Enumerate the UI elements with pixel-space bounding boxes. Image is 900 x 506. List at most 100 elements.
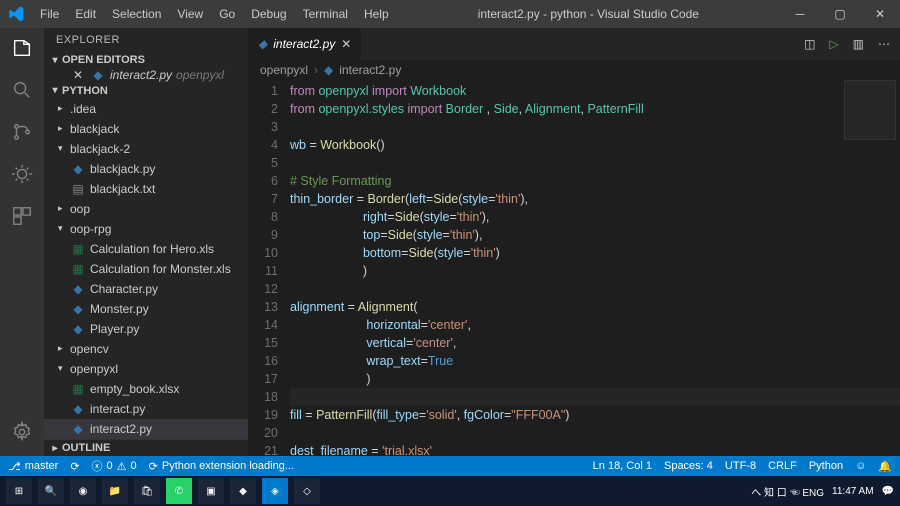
cursor-position[interactable]: Ln 18, Col 1: [593, 460, 652, 473]
indentation[interactable]: Spaces: 4: [664, 460, 713, 473]
eol[interactable]: CRLF: [768, 460, 797, 473]
menu-edit[interactable]: Edit: [67, 0, 104, 28]
folder-name: openpyxl: [70, 362, 118, 376]
minimize-button[interactable]: ─: [780, 0, 820, 28]
store-icon[interactable]: 🛍: [134, 478, 160, 504]
problems[interactable]: ⓧ0 ⚠0: [92, 458, 137, 474]
tree-item[interactable]: ▾oop-rpg: [44, 219, 248, 239]
git-branch[interactable]: ⎇master: [8, 460, 58, 473]
section-open-editors[interactable]: ▾OPEN EDITORS: [44, 52, 248, 68]
section-workspace[interactable]: ▾PYTHON: [44, 83, 248, 99]
tree-item[interactable]: ◆blackjack.py: [44, 159, 248, 179]
source-control-icon[interactable]: [10, 120, 34, 144]
menu-help[interactable]: Help: [356, 0, 397, 28]
section-outline[interactable]: ▸OUTLINE: [44, 439, 248, 456]
folder-name: blackjack: [70, 122, 119, 136]
folder-name: opencv: [70, 342, 109, 356]
run-icon[interactable]: ▷: [829, 37, 838, 51]
file-name: blackjack.txt: [90, 182, 155, 196]
tree-item[interactable]: ▾openpyxl: [44, 359, 248, 379]
search-icon[interactable]: 🔍: [38, 478, 64, 504]
search-icon[interactable]: [10, 78, 34, 102]
explorer-icon[interactable]: [10, 36, 34, 60]
tree-item[interactable]: ▤blackjack.txt: [44, 179, 248, 199]
python-loading[interactable]: ⟳Python extension loading...: [149, 460, 294, 473]
encoding[interactable]: UTF-8: [725, 460, 756, 473]
tree-item[interactable]: ▸.idea: [44, 99, 248, 119]
sync-icon: ⟳: [149, 460, 158, 473]
notifications-icon[interactable]: 💬: [882, 486, 894, 497]
vscode-logo-icon: [0, 6, 32, 22]
whatsapp-icon[interactable]: ✆: [166, 478, 192, 504]
terminal-icon[interactable]: ▣: [198, 478, 224, 504]
tray-icons[interactable]: へ 知 口 ☜ ENG: [751, 484, 824, 499]
sidebar-title: EXPLORER: [44, 28, 248, 52]
close-button[interactable]: ✕: [860, 0, 900, 28]
close-icon[interactable]: ✕: [70, 68, 86, 82]
code-editor[interactable]: 1234567891011121314151617181920212223242…: [248, 80, 900, 456]
chevron-icon: ▸: [58, 343, 70, 354]
tree-item[interactable]: ◆ Character.py: [44, 279, 248, 299]
tree-item[interactable]: ▦Calculation for Hero.xls: [44, 239, 248, 259]
file-tree: ▸.idea▸blackjack▾blackjack-2◆blackjack.p…: [44, 99, 248, 439]
tree-item[interactable]: ◆Monster.py: [44, 299, 248, 319]
layout-icon[interactable]: ▥: [853, 37, 864, 51]
unknown-app-icon[interactable]: ◆: [230, 478, 256, 504]
editor-tab[interactable]: ◆ interact2.py ✕: [248, 28, 362, 60]
file-name: interact2.py: [90, 422, 152, 436]
menu-debug[interactable]: Debug: [243, 0, 294, 28]
extensions-icon[interactable]: [10, 204, 34, 228]
explorer-sidebar: EXPLORER ▾OPEN EDITORS ✕ ◆ interact2.py …: [44, 28, 248, 456]
file-explorer-icon[interactable]: 📁: [102, 478, 128, 504]
clock[interactable]: 11:47 AM: [832, 486, 874, 497]
vscode-icon[interactable]: ◈: [262, 478, 288, 504]
start-button[interactable]: ⊞: [6, 478, 32, 504]
feedback-icon[interactable]: ☺: [855, 460, 866, 473]
breadcrumb-item[interactable]: interact2.py: [339, 63, 401, 77]
debug-icon[interactable]: [10, 162, 34, 186]
settings-gear-icon[interactable]: [10, 420, 34, 444]
tree-item[interactable]: ▸oop: [44, 199, 248, 219]
tree-item[interactable]: ▦ Calculation for Monster.xls: [44, 259, 248, 279]
tree-item[interactable]: ▦empty_book.xlsx: [44, 379, 248, 399]
breadcrumb-item[interactable]: openpyxl: [260, 63, 308, 77]
app-icon[interactable]: ◇: [294, 478, 320, 504]
tree-item[interactable]: ▸blackjack: [44, 119, 248, 139]
menu-selection[interactable]: Selection: [104, 0, 169, 28]
open-editor-item[interactable]: ✕ ◆ interact2.py openpyxl: [44, 68, 248, 83]
tree-item[interactable]: ◆interact.py: [44, 399, 248, 419]
close-icon[interactable]: ✕: [341, 37, 351, 51]
file-folder: openpyxl: [176, 68, 224, 82]
tree-item[interactable]: ◆interact2.py: [44, 419, 248, 439]
menu-terminal[interactable]: Terminal: [295, 0, 356, 28]
file-icon: ◆: [70, 282, 86, 296]
system-tray[interactable]: へ 知 口 ☜ ENG 11:47 AM 💬: [751, 484, 894, 499]
window-title: interact2.py - python - Visual Studio Co…: [397, 7, 780, 21]
windows-taskbar: ⊞ 🔍 ◉ 📁 🛍 ✆ ▣ ◆ ◈ ◇ へ 知 口 ☜ ENG 11:47 AM…: [0, 476, 900, 506]
file-name: blackjack.py: [90, 162, 155, 176]
file-name: interact.py: [90, 402, 145, 416]
file-icon: ▦: [70, 262, 86, 276]
maximize-button[interactable]: ▢: [820, 0, 860, 28]
code-content[interactable]: from openpyxl import Workbookfrom openpy…: [290, 80, 900, 456]
menu-file[interactable]: File: [32, 0, 67, 28]
sync-icon[interactable]: ⟳: [70, 460, 79, 473]
notifications-icon[interactable]: 🔔: [878, 460, 892, 473]
breadcrumbs[interactable]: openpyxl › ◆ interact2.py: [248, 60, 900, 80]
file-icon: ▦: [70, 382, 86, 396]
menu-go[interactable]: Go: [211, 0, 243, 28]
menu-view[interactable]: View: [169, 0, 211, 28]
folder-name: oop-rpg: [70, 222, 111, 236]
split-editor-icon[interactable]: ◫: [804, 37, 815, 51]
tree-item[interactable]: ▾blackjack-2: [44, 139, 248, 159]
more-icon[interactable]: ⋯: [878, 37, 890, 51]
minimap[interactable]: [844, 80, 896, 140]
chrome-icon[interactable]: ◉: [70, 478, 96, 504]
file-name: Character.py: [90, 282, 158, 296]
error-icon: ⓧ: [92, 458, 103, 474]
language-mode[interactable]: Python: [809, 460, 843, 473]
file-name: interact2.py: [110, 68, 172, 82]
file-name: Calculation for Monster.xls: [90, 262, 231, 276]
tree-item[interactable]: ◆Player.py: [44, 319, 248, 339]
tree-item[interactable]: ▸opencv: [44, 339, 248, 359]
